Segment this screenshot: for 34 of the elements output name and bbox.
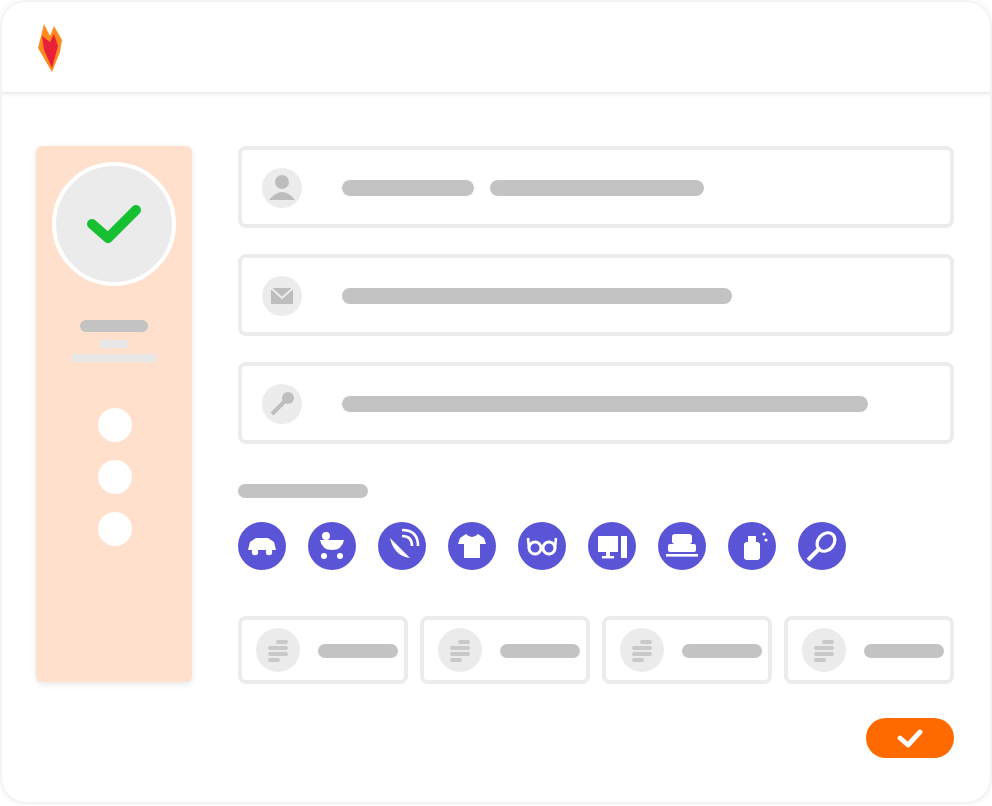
- stroller-icon[interactable]: [308, 522, 356, 570]
- input-field[interactable]: [238, 146, 954, 228]
- step-dot[interactable]: [97, 408, 131, 442]
- shirt-icon[interactable]: [448, 522, 496, 570]
- skeleton-line: [500, 643, 580, 657]
- option-card[interactable]: [238, 616, 408, 684]
- skeleton-line: [864, 643, 944, 657]
- skeleton-line: [238, 484, 368, 498]
- skeleton-line: [80, 320, 148, 332]
- flame-logo: [36, 23, 64, 71]
- skeleton-line: [342, 179, 474, 195]
- confirm-button[interactable]: [866, 718, 954, 758]
- satellite-dish-icon[interactable]: [378, 522, 426, 570]
- step-dot[interactable]: [97, 460, 131, 494]
- racket-icon[interactable]: [798, 522, 846, 570]
- input-field[interactable]: [238, 254, 954, 336]
- skeleton-line: [682, 643, 762, 657]
- coins-icon: [802, 628, 846, 672]
- option-card[interactable]: [784, 616, 954, 684]
- perfume-bottle-icon[interactable]: [728, 522, 776, 570]
- sofa-icon[interactable]: [658, 522, 706, 570]
- step-dot[interactable]: [97, 512, 131, 546]
- option-card[interactable]: [420, 616, 590, 684]
- check-icon: [84, 202, 144, 246]
- car-icon[interactable]: [238, 522, 286, 570]
- coins-icon: [438, 628, 482, 672]
- coins-icon: [620, 628, 664, 672]
- computer-icon[interactable]: [588, 522, 636, 570]
- glasses-icon[interactable]: [518, 522, 566, 570]
- skeleton-line: [318, 643, 398, 657]
- input-field[interactable]: [238, 362, 954, 444]
- option-card[interactable]: [602, 616, 772, 684]
- check-icon: [896, 728, 924, 748]
- coins-icon: [256, 628, 300, 672]
